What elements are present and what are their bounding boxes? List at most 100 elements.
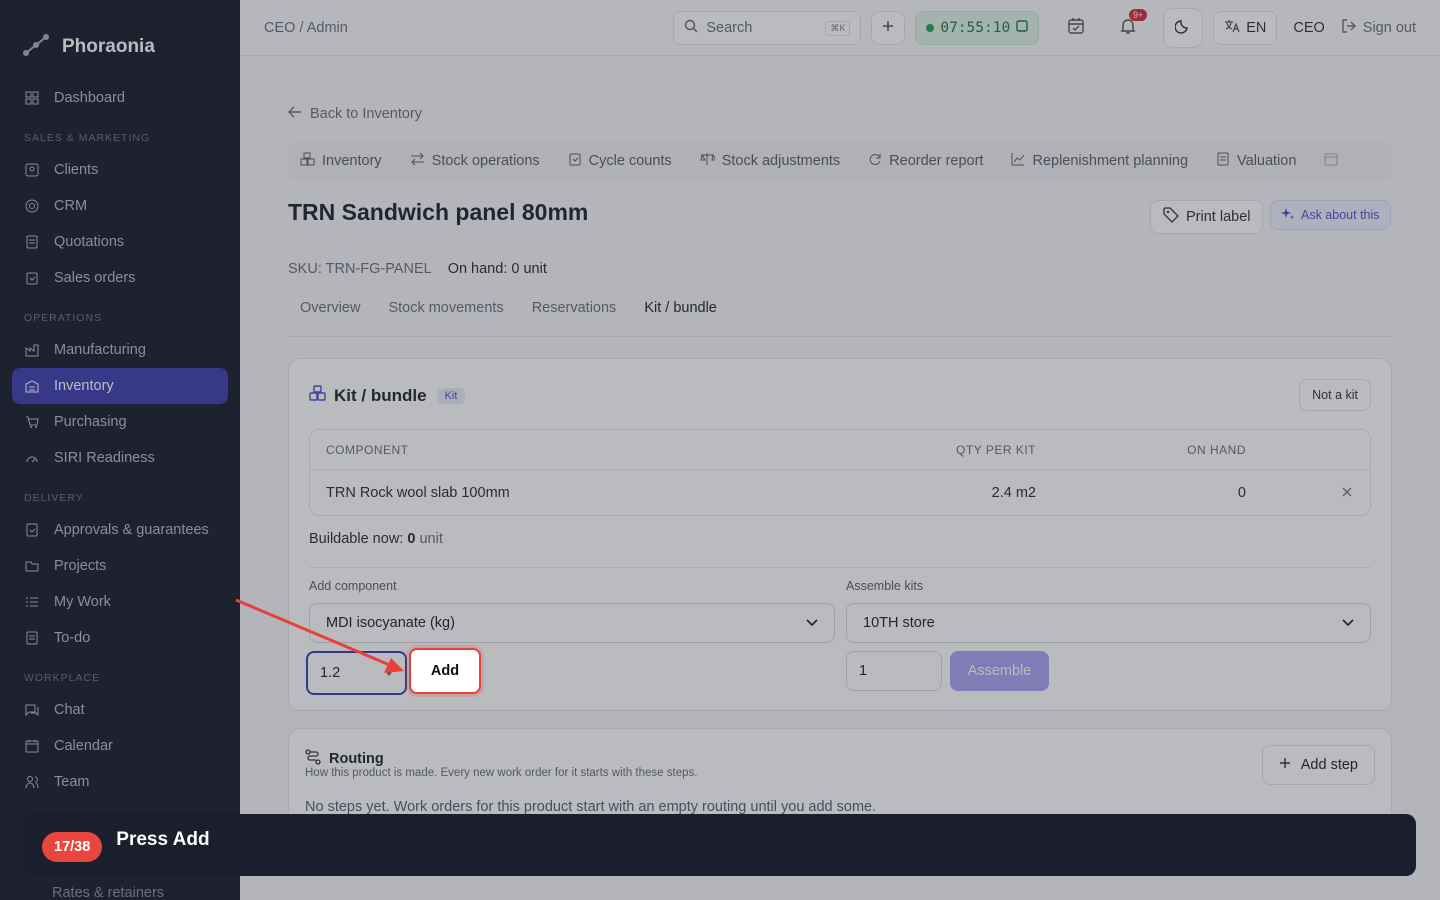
routing-header: Routing: [305, 749, 384, 769]
sidebar-item-purchasing[interactable]: Purchasing: [12, 404, 228, 440]
translate-icon: [1224, 19, 1240, 37]
subnav-valuation[interactable]: Valuation: [1216, 152, 1296, 170]
user-role[interactable]: CEO: [1287, 20, 1330, 36]
table-header: COMPONENT QTY PER KIT ON HAND: [310, 430, 1370, 470]
brand-logo-icon: [22, 33, 50, 62]
sidebar-item-crm[interactable]: CRM: [12, 188, 228, 224]
tutorial-step-counter: 17/38: [42, 832, 103, 862]
sidebar-item-todo[interactable]: To-do: [12, 620, 228, 656]
breadcrumb: CEO / Admin: [264, 19, 348, 36]
remove-component-button[interactable]: [1342, 485, 1352, 501]
subnav-replenishment[interactable]: Replenishment planning: [1011, 152, 1188, 170]
sidebar-item-my-work[interactable]: My Work: [12, 584, 228, 620]
sidebar-item-quotations[interactable]: Quotations: [12, 224, 228, 260]
buildable-now: Buildable now: 0 unit: [309, 531, 443, 547]
sidebar-item-siri[interactable]: SIRI Readiness: [12, 440, 228, 476]
subnav-label: Stock operations: [431, 153, 540, 169]
component-select-value: MDI isocyanate (kg): [326, 615, 455, 631]
back-link[interactable]: Back to Inventory: [288, 106, 422, 122]
routing-title: Routing: [329, 751, 384, 767]
subnav-label: Inventory: [322, 153, 382, 169]
table-row: TRN Rock wool slab 100mm 2.4 m2 0: [310, 470, 1370, 515]
subnav-cycle-counts[interactable]: Cycle counts: [568, 152, 672, 170]
sidebar-item-manufacturing[interactable]: Manufacturing: [12, 332, 228, 368]
calendar-icon: [24, 738, 40, 754]
components-table: COMPONENT QTY PER KIT ON HAND TRN Rock w…: [309, 429, 1371, 516]
language-button[interactable]: EN: [1213, 11, 1278, 45]
sidebar-item-label: Quotations: [54, 234, 125, 250]
theme-toggle-button[interactable]: [1163, 8, 1204, 48]
store-select[interactable]: 10TH store: [846, 603, 1371, 643]
on-hand-text: On hand: 0 unit: [447, 261, 547, 277]
sidebar-nav: Dashboard SALES & MARKETING Clients CRM …: [0, 80, 240, 800]
add-component-button[interactable]: Add: [409, 648, 481, 694]
buildable-unit: unit: [419, 531, 443, 547]
moon-icon: [1174, 18, 1191, 39]
tab-overview[interactable]: Overview: [300, 300, 360, 336]
add-step-button[interactable]: Add step: [1261, 745, 1375, 785]
tutorial-bar: 17/38 Press Add: [24, 814, 1416, 876]
search-shortcut: ⌘K: [825, 20, 851, 36]
qty-input-value: 1.2: [320, 665, 341, 681]
sidebar-item-chat[interactable]: Chat: [12, 692, 228, 728]
search-icon: [684, 19, 698, 37]
status-dot-icon: [926, 24, 935, 32]
sidebar-item-dashboard[interactable]: Dashboard: [12, 80, 228, 116]
search-placeholder: Search: [706, 20, 753, 36]
tab-reservations[interactable]: Reservations: [532, 300, 617, 336]
stop-icon: [1016, 20, 1028, 36]
language-label: EN: [1246, 20, 1267, 36]
document-icon: [24, 234, 40, 250]
file-check-icon: [24, 522, 40, 538]
signout-button[interactable]: Sign out: [1341, 18, 1416, 38]
subnav-more[interactable]: [1324, 152, 1338, 170]
subnav-reorder-report[interactable]: Reorder report: [868, 152, 983, 170]
sidebar-item-rates[interactable]: Rates & retainers: [52, 885, 164, 900]
list-check-icon: [24, 594, 40, 610]
routing-subtitle: How this product is made. Every new work…: [305, 767, 698, 779]
tab-kit-bundle[interactable]: Kit / bundle: [644, 300, 717, 336]
sidebar: Phoraonia Dashboard SALES & MARKETING Cl…: [0, 0, 240, 900]
cell-on-hand: 0: [1237, 484, 1246, 501]
subnav-stock-operations[interactable]: Stock operations: [410, 152, 540, 170]
sidebar-item-label: Calendar: [54, 738, 113, 754]
search-input[interactable]: Search ⌘K: [673, 11, 862, 45]
sidebar-item-label: Approvals & guarantees: [54, 522, 209, 538]
sidebar-item-clients[interactable]: Clients: [12, 152, 228, 188]
sidebar-item-approvals[interactable]: Approvals & guarantees: [12, 512, 228, 548]
time-tracker-button[interactable]: 07:55:10: [915, 11, 1040, 45]
qty-per-kit-input[interactable]: 1.2: [306, 651, 407, 695]
component-select[interactable]: MDI isocyanate (kg): [309, 603, 835, 643]
col-on-hand: ON HAND: [1187, 442, 1246, 457]
ask-about-button[interactable]: Ask about this: [1270, 200, 1391, 230]
quick-add-button[interactable]: [871, 11, 906, 45]
scale-icon: [700, 152, 717, 170]
not-a-kit-button[interactable]: Not a kit: [1299, 379, 1371, 411]
clipboard-check-icon: [568, 152, 582, 170]
gauge-icon: [24, 450, 40, 466]
print-label-button[interactable]: Print label: [1150, 200, 1264, 234]
brand[interactable]: Phoraonia: [0, 0, 240, 72]
grid-icon: [24, 90, 40, 106]
subnav-stock-adjustments[interactable]: Stock adjustments: [700, 152, 840, 170]
brand-name: Phoraonia: [62, 36, 155, 57]
assemble-button[interactable]: Assemble: [950, 651, 1049, 691]
tab-stock-movements[interactable]: Stock movements: [388, 300, 503, 336]
topbar-actions: Search ⌘K 07:55:10 9+ EN CEO Sign out: [673, 8, 1416, 48]
sidebar-item-projects[interactable]: Projects: [12, 548, 228, 584]
sidebar-item-calendar[interactable]: Calendar: [12, 728, 228, 764]
assemble-qty-input[interactable]: 1: [846, 651, 942, 691]
sidebar-item-inventory[interactable]: Inventory: [12, 368, 228, 404]
subnav-label: Stock adjustments: [721, 153, 841, 169]
calendar-button[interactable]: [1059, 11, 1093, 45]
sidebar-item-team[interactable]: Team: [12, 764, 228, 800]
cell-qty: 2.4 m2: [991, 484, 1036, 501]
kit-pill: Kit: [436, 387, 466, 404]
notifications-button[interactable]: 9+: [1111, 9, 1148, 45]
sidebar-item-sales-orders[interactable]: Sales orders: [12, 260, 228, 296]
page-title: TRN Sandwich panel 80mm: [288, 199, 589, 225]
sidebar-item-label: Sales orders: [54, 270, 136, 286]
clipboard-icon: [24, 270, 40, 286]
subnav-inventory[interactable]: Inventory: [300, 152, 382, 170]
back-link-label: Back to Inventory: [310, 106, 423, 122]
